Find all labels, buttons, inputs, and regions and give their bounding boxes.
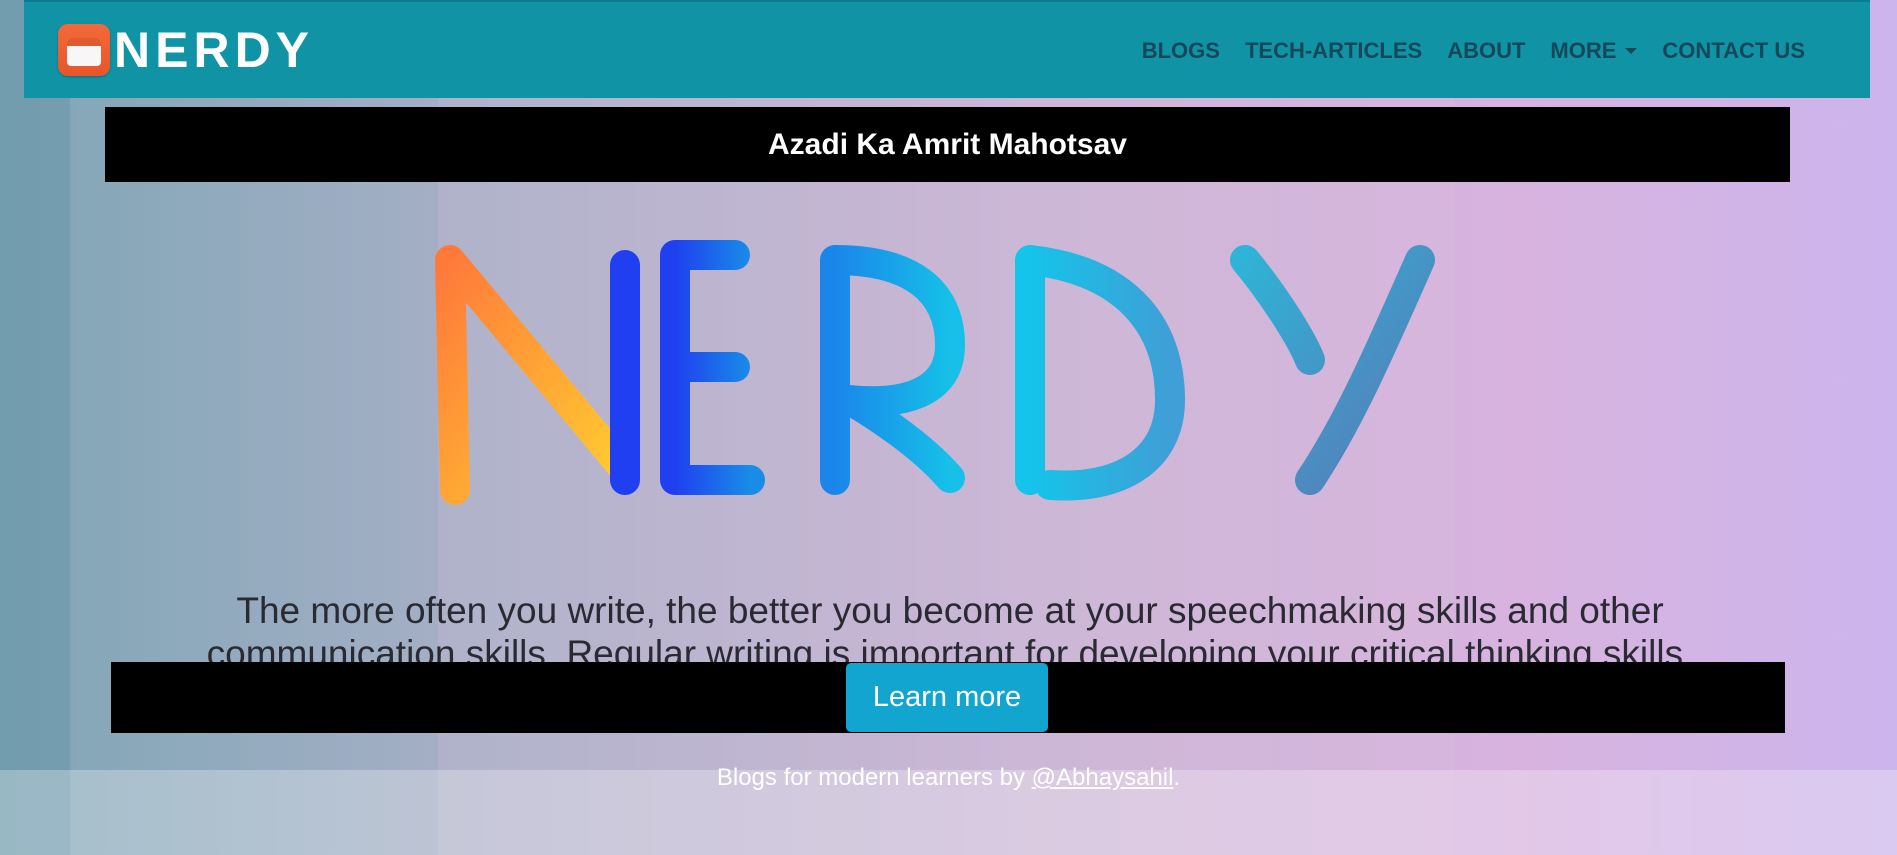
footer-author-link[interactable]: @Abhaysahil bbox=[1032, 764, 1174, 791]
nav-link-about[interactable]: ABOUT bbox=[1447, 38, 1525, 64]
hero-logo-nerdy bbox=[435, 240, 1435, 505]
nav-link-blogs[interactable]: BLOGS bbox=[1142, 38, 1220, 64]
caret-down-icon bbox=[1625, 48, 1638, 54]
nav-link-more-label: MORE bbox=[1550, 38, 1617, 63]
footer-trail: . bbox=[1173, 764, 1181, 791]
logo-letter-e bbox=[660, 240, 765, 495]
notepad-icon bbox=[58, 24, 110, 76]
navbar: NERDY BLOGS TECH-ARTICLES ABOUT MORE CON… bbox=[24, 0, 1870, 98]
footer-lead: Blogs for modern learners by bbox=[716, 764, 1032, 791]
banner-text: Azadi Ka Amrit Mahotsav bbox=[768, 127, 1127, 161]
logo-letter-n bbox=[435, 245, 640, 505]
nav-links: BLOGS TECH-ARTICLES ABOUT MORE CONTACT U… bbox=[1117, 2, 1805, 100]
footer-text: Blogs for modern learners by @Abhaysahil… bbox=[0, 765, 1897, 791]
logo-letter-d bbox=[1015, 245, 1185, 501]
background-panel-left bbox=[0, 0, 70, 855]
nav-link-tech-articles[interactable]: TECH-ARTICLES bbox=[1245, 38, 1422, 64]
logo-letter-r bbox=[820, 245, 965, 495]
logo-letter-y bbox=[1230, 245, 1435, 495]
brand[interactable]: NERDY bbox=[58, 21, 314, 79]
announcement-banner: Azadi Ka Amrit Mahotsav bbox=[105, 107, 1790, 182]
nav-link-contact[interactable]: CONTACT US bbox=[1662, 38, 1805, 64]
nav-dropdown-more[interactable]: MORE bbox=[1550, 38, 1638, 64]
brand-name: NERDY bbox=[114, 22, 315, 78]
learn-more-button[interactable]: Learn more bbox=[846, 663, 1048, 732]
